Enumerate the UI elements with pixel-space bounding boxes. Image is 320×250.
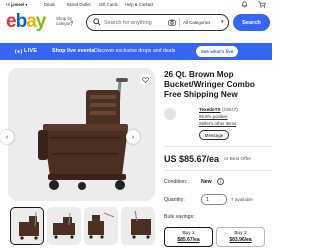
chevron-left-icon: ‹: [5, 133, 9, 141]
bulk-option-price: $85.67/ea: [177, 237, 200, 243]
condition-value: New: [201, 179, 212, 185]
thumbnail-3[interactable]: [84, 207, 118, 245]
seller-other-items-link[interactable]: Seller's other items: [199, 121, 236, 126]
bulk-option-1[interactable]: Buy 1 $85.67/ea: [164, 227, 213, 247]
heart-icon[interactable]: [140, 74, 151, 85]
thumbnail-2[interactable]: [47, 207, 81, 245]
search-placeholder: Search for anything: [104, 19, 152, 26]
bulk-option-price: $83.96/ea: [229, 237, 252, 243]
bulk-option-qty: Buy 1: [182, 231, 195, 236]
search-divider: [179, 18, 180, 27]
bell-icon[interactable]: [241, 1, 248, 11]
bulk-option-2[interactable]: Buy 2 $83.96/ea: [216, 227, 265, 247]
camera-icon[interactable]: [168, 19, 176, 26]
nav-help-contact[interactable]: Help & Contact: [125, 2, 153, 7]
greeting[interactable]: Hi jameel ▾: [6, 2, 27, 7]
price: US $85.67/ea: [164, 154, 220, 164]
chevron-down-icon: ▾: [221, 19, 224, 25]
quantity-label: Quantity:: [164, 197, 185, 203]
nav-deals[interactable]: Deals: [44, 2, 55, 7]
nav-brand-outlet[interactable]: Brand Outlet: [67, 2, 91, 7]
chevron-down-icon: ▾: [71, 19, 74, 24]
available-text: 7 available: [231, 197, 253, 202]
ebay-logo[interactable]: ebay: [6, 12, 46, 32]
greeting-prefix: Hi: [6, 2, 10, 7]
live-banner[interactable]: LIVE Shop live events Discover exclusive…: [0, 43, 272, 60]
seller-username[interactable]: TexedoTS: [199, 107, 221, 112]
nav-gift-cards[interactable]: Gift Cards: [99, 2, 118, 7]
divider: [164, 170, 272, 171]
cart-icon[interactable]: [258, 1, 266, 11]
seller-positive[interactable]: 99.5% positive: [199, 114, 228, 119]
quantity-value: 1: [206, 196, 209, 203]
seller-name[interactable]: TexedoTS (23547): [199, 107, 238, 112]
seller-feedback-count: (23547): [221, 107, 238, 112]
top-nav: Hi jameel ▾ Deals Brand Outlet Gift Card…: [0, 0, 272, 10]
thumbnail-4[interactable]: [121, 207, 155, 245]
message-button[interactable]: Message: [199, 130, 229, 140]
search-input[interactable]: Search for anything All Categories ▾: [86, 14, 229, 31]
live-icon: [14, 48, 23, 55]
next-image-button[interactable]: ›: [126, 130, 140, 144]
category-select[interactable]: All Categories: [183, 20, 210, 25]
prev-image-button[interactable]: ‹: [0, 130, 14, 144]
search-button[interactable]: Search: [233, 14, 270, 31]
user-name[interactable]: jameel: [11, 2, 24, 7]
see-whats-live-button[interactable]: See what's live: [196, 46, 238, 57]
info-icon[interactable]: i: [217, 178, 224, 185]
divider: [164, 146, 272, 147]
condition-label: Condition:: [164, 179, 188, 185]
shop-by-category[interactable]: Shop by category ▾: [56, 16, 73, 26]
search-icon: [93, 18, 101, 26]
quantity-input[interactable]: 1: [201, 194, 227, 205]
live-label: LIVE: [24, 48, 38, 54]
chevron-right-icon: ›: [131, 133, 135, 141]
bulk-option-qty: Buy 2: [234, 231, 247, 236]
best-offer-text: or Best Offer: [224, 157, 252, 162]
banner-description: Discover exclusive drops and deals: [94, 48, 176, 54]
banner-title: Shop live events: [52, 48, 95, 54]
product-title: 26 Qt. Brown Mop Bucket/Wringer Combo Fr…: [164, 70, 255, 99]
thumbnail-1[interactable]: [10, 207, 44, 245]
seller-avatar[interactable]: [164, 108, 176, 120]
bulk-savings-label: Bulk savings:: [164, 214, 195, 220]
